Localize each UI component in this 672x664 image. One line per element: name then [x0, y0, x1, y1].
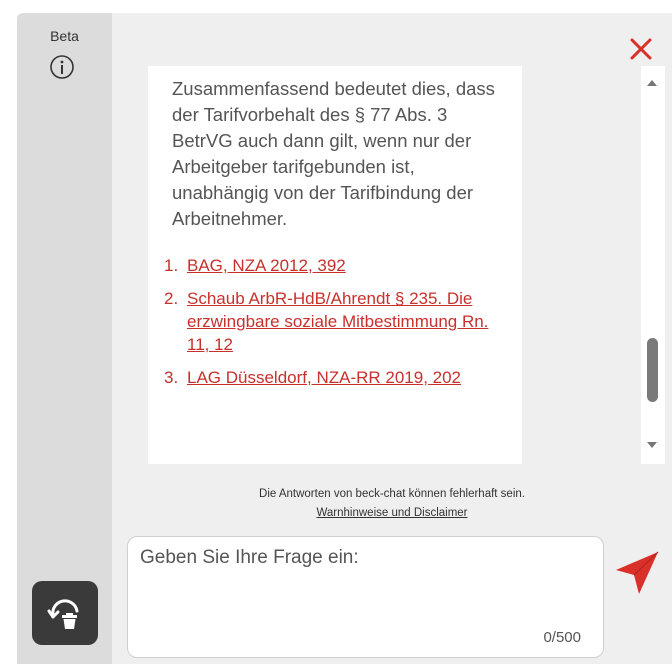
reset-chat-button[interactable] — [32, 581, 98, 645]
send-icon[interactable] — [612, 548, 662, 598]
sidebar — [17, 13, 112, 664]
answer-message: Zusammenfassend bedeutet dies, dass der … — [148, 66, 522, 464]
char-counter: 0/500 — [543, 629, 581, 646]
message-scrollbar[interactable] — [641, 66, 665, 464]
source-number: 3. — [164, 368, 179, 387]
answer-text: Zusammenfassend bedeutet dies, dass der … — [172, 78, 495, 229]
source-number: 2. — [164, 289, 179, 308]
source-item: 3. LAG Düsseldorf, NZA-RR 2019, 202 — [164, 366, 502, 389]
scroll-down-arrow-icon[interactable] — [647, 442, 657, 448]
disclaimer-text: Die Antworten von beck-chat können fehle… — [259, 488, 525, 500]
question-input-box: 0/500 — [127, 536, 604, 658]
info-icon[interactable] — [49, 54, 75, 80]
chat-reset-trash-icon — [47, 599, 79, 629]
question-input[interactable] — [138, 545, 592, 629]
close-icon[interactable] — [628, 36, 654, 62]
beta-badge: Beta — [50, 28, 79, 44]
source-number: 1. — [164, 256, 179, 275]
source-link[interactable]: LAG Düsseldorf, NZA-RR 2019, 202 — [187, 366, 461, 389]
source-link[interactable]: Schaub ArbR-HdB/Ahrendt § 235. Die erzwi… — [187, 287, 502, 356]
scroll-up-arrow-icon[interactable] — [647, 80, 657, 86]
disclaimer-link[interactable]: Warnhinweise und Disclaimer — [112, 504, 672, 523]
source-item: 1. BAG, NZA 2012, 392 — [164, 254, 502, 277]
disclaimer: Die Antworten von beck-chat können fehle… — [112, 485, 672, 523]
source-link[interactable]: BAG, NZA 2012, 392 — [187, 254, 346, 277]
scroll-thumb[interactable] — [647, 338, 658, 402]
source-list: 1. BAG, NZA 2012, 392 2. Schaub ArbR-HdB… — [148, 254, 522, 389]
source-item: 2. Schaub ArbR-HdB/Ahrendt § 235. Die er… — [164, 287, 502, 356]
